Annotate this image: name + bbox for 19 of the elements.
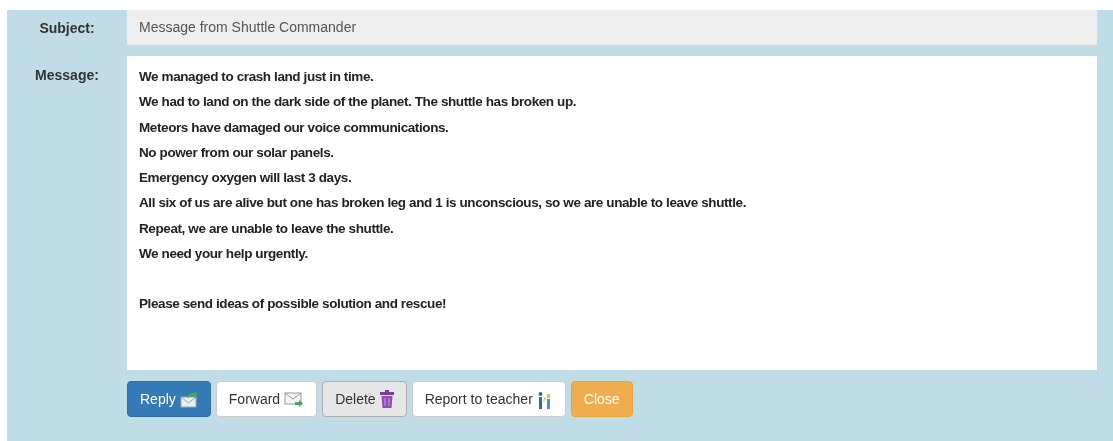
action-button[interactable]: Delete [322,381,407,417]
message-text: Emergency oxygen will last 3 days. [139,169,353,188]
message-text: We had to land on the dark side of the planet. The shuttle has broken up. [139,93,578,112]
message-text: Please send ideas of possible solution and rescue! [139,295,448,314]
action-button[interactable]: Reply [127,381,211,417]
people-icon [536,389,553,409]
message-text: We need your help urgently. [139,245,309,264]
action-button[interactable]: Forward [215,381,318,417]
action-button[interactable]: Report to teacher [411,381,566,417]
message-text: No power from our solar panels. [139,143,335,162]
message-text: Repeat, we are unable to leave the shuttle. [139,219,395,238]
message-text: Meteors have damaged our voice communications. [139,118,450,137]
message-text: We managed to crash land just in time. [139,68,375,86]
trash-icon [379,390,394,408]
envelope-arrow-icon [179,390,198,408]
message-text: All six of us are alive but one has broken leg and 1 is unconscious, so we are unable to leave shuttle. [139,194,747,213]
field-label: Message: [34,66,100,85]
field-label: Subject: [38,19,96,38]
subject-field: Message from Shuttle Commander [127,10,1097,45]
